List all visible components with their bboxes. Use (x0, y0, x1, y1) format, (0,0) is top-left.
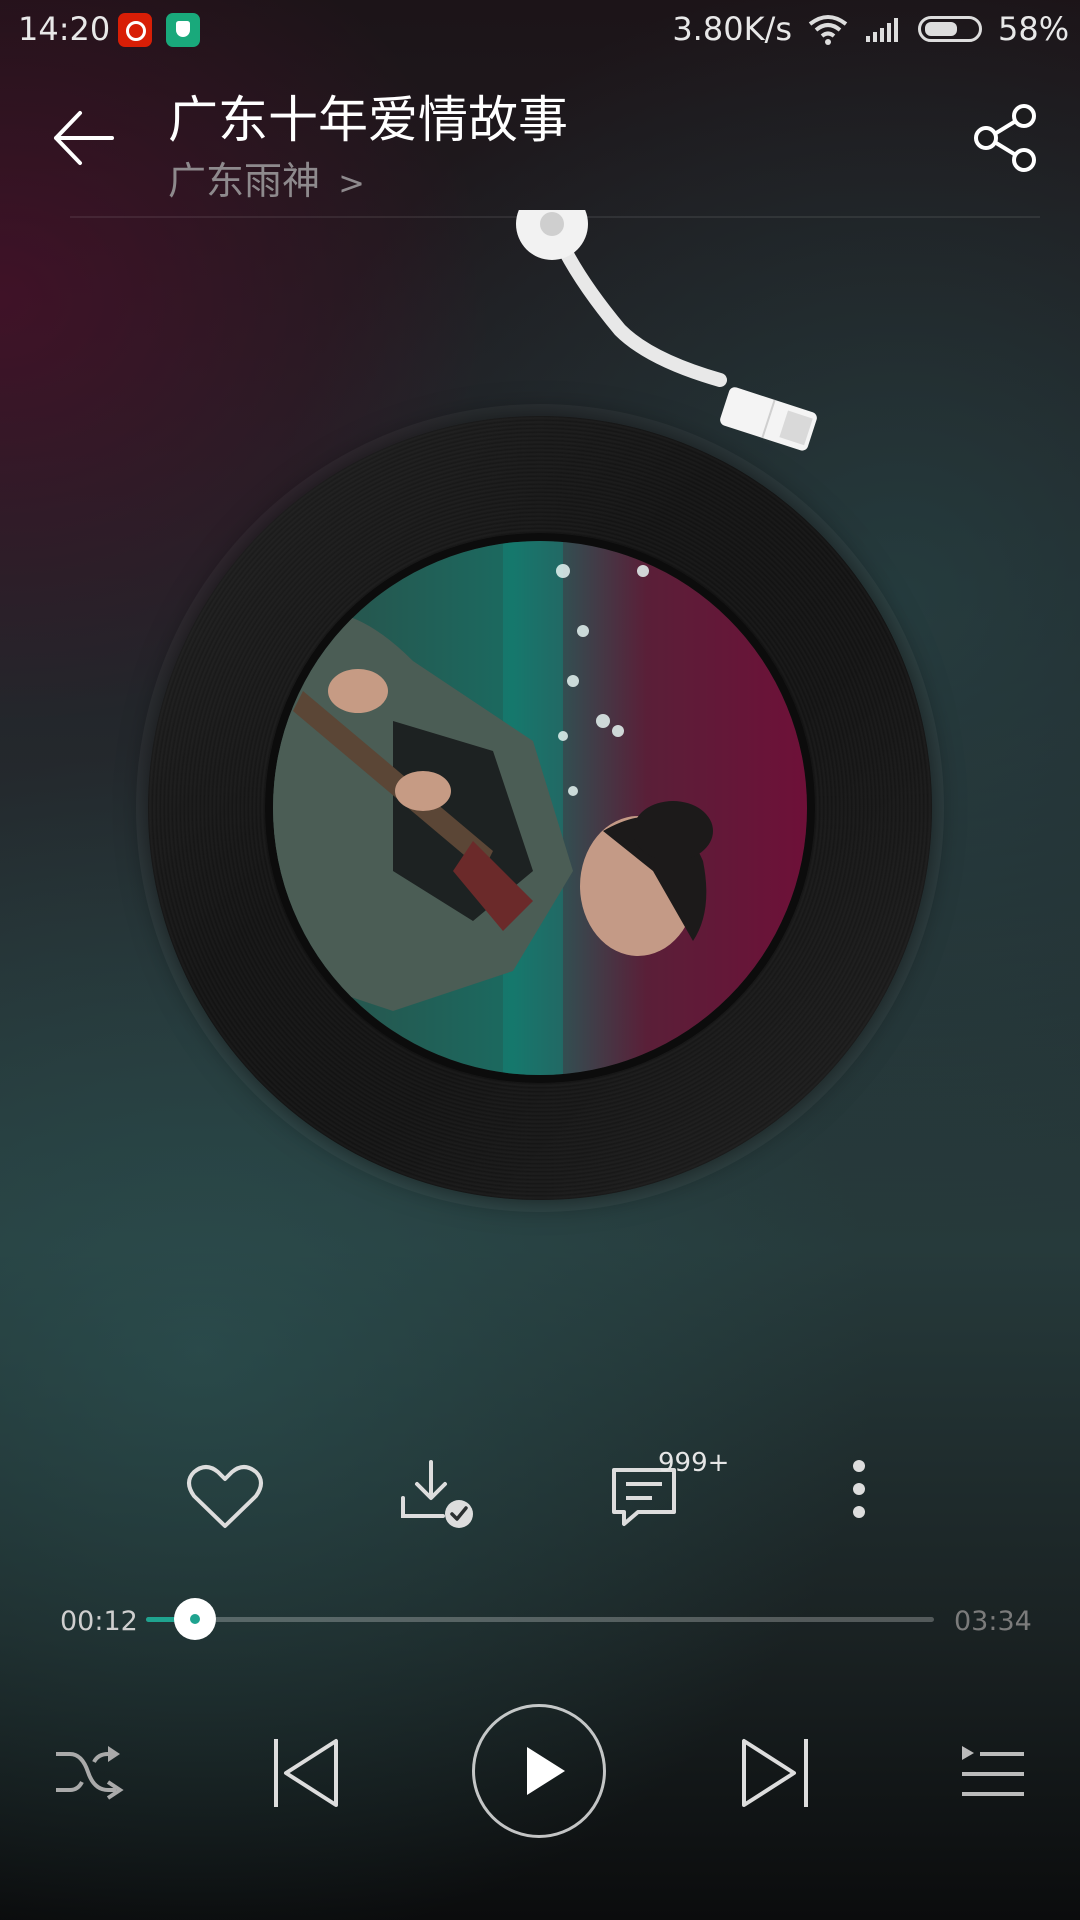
battery-icon (918, 16, 982, 42)
previous-icon[interactable] (270, 1735, 346, 1811)
network-speed: 3.80K/s (672, 10, 792, 48)
artist-link[interactable]: 广东雨神 > (168, 150, 365, 205)
progress-thumb[interactable] (174, 1598, 217, 1640)
play-icon (527, 1747, 565, 1795)
shuffle-icon[interactable] (52, 1742, 124, 1802)
current-time: 00:12 (60, 1606, 138, 1637)
chevron-right-icon: > (338, 164, 365, 202)
back-arrow-icon[interactable] (50, 103, 120, 173)
status-time: 14:20 (18, 10, 111, 48)
total-time: 03:34 (954, 1606, 1032, 1637)
wifi-icon (808, 15, 848, 45)
download-done-icon[interactable] (395, 1452, 485, 1542)
comment-count-badge: 999+ (658, 1448, 730, 1478)
progress-bar[interactable] (146, 1617, 934, 1622)
artist-name: 广东雨神 (168, 159, 321, 203)
playlist-icon[interactable] (960, 1742, 1026, 1804)
signal-icon (866, 18, 898, 42)
tonearm (516, 210, 817, 451)
shield-app-icon (166, 13, 200, 47)
song-title: 广东十年爱情故事 (168, 91, 568, 149)
heart-icon[interactable] (180, 1452, 270, 1542)
more-vertical-icon[interactable] (816, 1452, 906, 1542)
netease-cloud-music-icon (118, 13, 152, 47)
album-cover (273, 541, 807, 1075)
play-button[interactable] (472, 1704, 606, 1838)
battery-percent: 58% (998, 10, 1070, 48)
share-icon[interactable] (968, 100, 1044, 176)
next-icon[interactable] (738, 1735, 814, 1811)
status-bar: 14:20 3.80K/s 58% (0, 0, 1080, 60)
